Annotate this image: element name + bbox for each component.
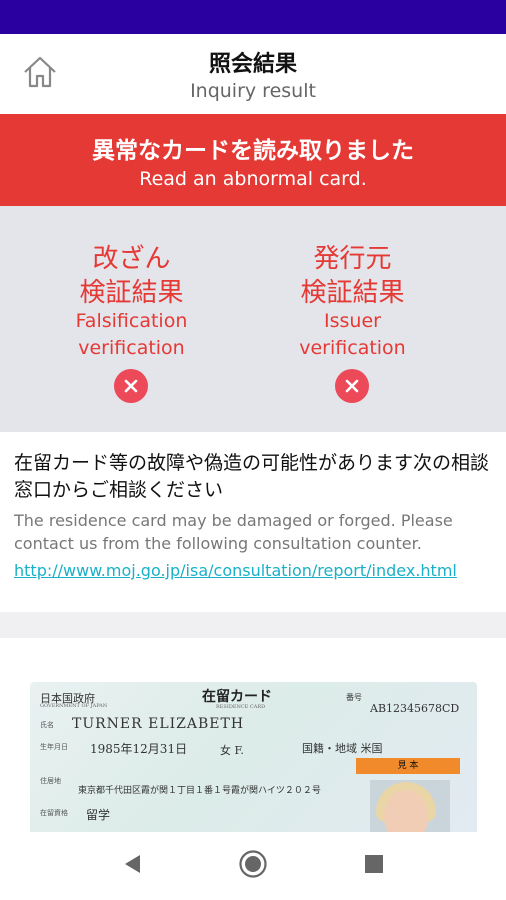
sample-stamp: 見 本 bbox=[356, 758, 460, 774]
page-title: 照会結果 bbox=[208, 52, 297, 77]
falsification-label-ja-1: 改ざん bbox=[92, 244, 171, 274]
card-address-label: 住居地 bbox=[40, 777, 61, 785]
issuer-label-ja-1: 発行元 bbox=[313, 244, 392, 274]
consultation-link[interactable]: http://www.moj.go.jp/isa/consultation/re… bbox=[14, 559, 492, 582]
verification-panel: 改ざん 検証結果 Falsification verification 発行元 … bbox=[0, 206, 506, 432]
card-status-label: 在留資格 bbox=[40, 809, 68, 817]
falsification-verification: 改ざん 検証結果 Falsification verification bbox=[5, 206, 258, 432]
card-address: 東京都千代田区霞が関１丁目１番１号霞が関ハイツ２０２号 bbox=[78, 786, 321, 796]
error-x-icon bbox=[335, 369, 369, 403]
residence-card-image: 日本国政府 GOVERNMENT OF JAPAN 在留カード RESIDENC… bbox=[30, 682, 477, 832]
status-bar bbox=[0, 0, 506, 34]
nav-recents-button[interactable] bbox=[358, 850, 390, 882]
message-panel: 在留カード等の故障や偽造の可能性があります次の相談窓口からご相談ください The… bbox=[0, 432, 506, 612]
card-photo bbox=[370, 780, 450, 832]
message-ja: 在留カード等の故障や偽造の可能性があります次の相談窓口からご相談ください bbox=[14, 452, 490, 501]
alert-title-ja: 異常なカードを読み取りました bbox=[92, 138, 414, 164]
system-nav-bar bbox=[0, 832, 506, 900]
back-triangle-icon bbox=[122, 853, 142, 879]
falsification-label-ja-2: 検証結果 bbox=[79, 278, 184, 308]
card-title: 在留カード bbox=[202, 689, 272, 705]
card-number-label: 番号 bbox=[346, 693, 362, 702]
home-circle-icon bbox=[238, 849, 268, 883]
message-en: The residence card may be damaged or for… bbox=[14, 511, 453, 553]
app-header: 照会結果 Inquiry result bbox=[0, 34, 506, 114]
card-sex: 女 F. bbox=[220, 744, 244, 757]
issuer-label-en-1: Issuer bbox=[324, 310, 381, 332]
card-name: TURNER ELIZABETH bbox=[72, 716, 245, 732]
issuer-verification: 発行元 検証結果 Issuer verification bbox=[226, 206, 479, 432]
issuer-label-en-2: verification bbox=[299, 337, 406, 359]
card-nationality: 国籍・地域 米国 bbox=[302, 742, 383, 755]
card-image-area: 日本国政府 GOVERNMENT OF JAPAN 在留カード RESIDENC… bbox=[0, 638, 506, 832]
card-name-label: 氏名 bbox=[40, 721, 54, 729]
recents-square-icon bbox=[363, 853, 385, 879]
nav-back-button[interactable] bbox=[116, 850, 148, 882]
card-status: 留学 bbox=[86, 808, 111, 822]
nav-home-button[interactable] bbox=[237, 850, 269, 882]
card-title-en: RESIDENCE CARD bbox=[216, 704, 266, 710]
falsification-label-en-2: verification bbox=[78, 337, 185, 359]
alert-title-en: Read an abnormal card. bbox=[139, 168, 367, 190]
card-dob: 1985年12月31日 bbox=[90, 742, 188, 756]
falsification-label-en-1: Falsification bbox=[75, 310, 188, 332]
abnormal-card-alert: 異常なカードを読み取りました Read an abnormal card. bbox=[0, 114, 506, 206]
page-subtitle: Inquiry result bbox=[190, 80, 316, 102]
error-x-icon bbox=[114, 369, 148, 403]
card-dob-label: 生年月日 bbox=[40, 743, 68, 751]
issuer-label-ja-2: 検証結果 bbox=[300, 278, 405, 308]
card-government-en: GOVERNMENT OF JAPAN bbox=[40, 703, 108, 709]
card-number: AB12345678CD bbox=[370, 702, 460, 715]
